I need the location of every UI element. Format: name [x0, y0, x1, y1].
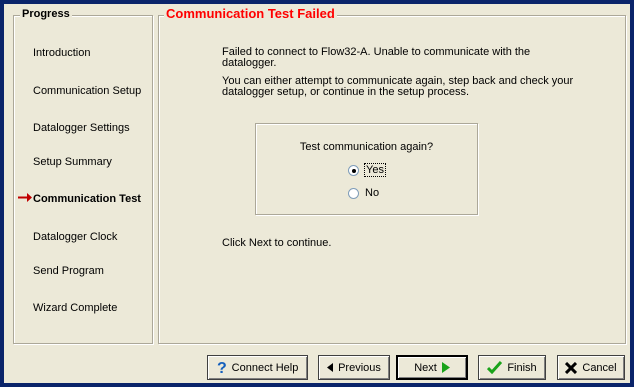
cancel-button[interactable]: Cancel	[557, 355, 625, 380]
progress-title: Progress	[20, 8, 72, 20]
step-datalogger-settings: Datalogger Settings	[33, 122, 130, 134]
arrow-right-green-icon	[441, 362, 450, 373]
finish-label: Finish	[507, 361, 537, 374]
step-setup-summary: Setup Summary	[33, 156, 112, 168]
finish-button[interactable]: Finish	[478, 355, 546, 380]
next-button[interactable]: Next	[396, 355, 468, 380]
cancel-label: Cancel	[582, 361, 617, 374]
progress-panel	[13, 15, 153, 344]
radio-yes-label[interactable]: Yes	[364, 163, 386, 177]
step-wizard-complete: Wizard Complete	[33, 302, 118, 314]
step-introduction: Introduction	[33, 47, 91, 59]
step-send-program: Send Program	[33, 265, 104, 277]
step-datalogger-clock: Datalogger Clock	[33, 231, 118, 243]
checkmark-icon	[487, 361, 503, 374]
radio-no-label[interactable]: No	[365, 187, 379, 199]
window-edge-right	[630, 0, 634, 387]
svg-text:?: ?	[217, 360, 227, 375]
window-edge-left	[0, 0, 4, 387]
window-edge-bottom	[0, 383, 634, 387]
close-x-icon	[565, 361, 578, 374]
connect-help-label: Connect Help	[231, 361, 299, 374]
previous-button[interactable]: Previous	[318, 355, 390, 380]
previous-label: Previous	[338, 361, 381, 374]
next-label: Next	[414, 361, 437, 374]
message-line-1: Failed to connect to Flow32-A. Unable to…	[222, 46, 531, 58]
radio-no[interactable]: No	[348, 187, 379, 199]
step-communication-test-label: Communication Test	[33, 193, 141, 205]
radio-no-button[interactable]	[348, 187, 359, 199]
message-line-4: datalogger setup, or continue in the set…	[222, 86, 470, 98]
message-line-2: datalogger.	[222, 57, 277, 69]
test-again-question: Test communication again?	[299, 141, 434, 153]
radio-yes[interactable]: Yes	[348, 163, 386, 177]
arrow-left-icon	[327, 363, 334, 372]
connect-help-button[interactable]: ? Connect Help	[207, 355, 308, 380]
footer-note: Click Next to continue.	[222, 237, 332, 249]
step-communication-setup: Communication Setup	[33, 85, 142, 97]
window-edge-top	[0, 0, 634, 4]
page-title: Communication Test Failed	[164, 6, 337, 21]
current-step-arrow-icon	[18, 193, 32, 205]
help-question-icon: ?	[217, 360, 227, 375]
radio-yes-button[interactable]	[348, 164, 359, 176]
step-communication-test: Communication Test	[18, 193, 141, 205]
